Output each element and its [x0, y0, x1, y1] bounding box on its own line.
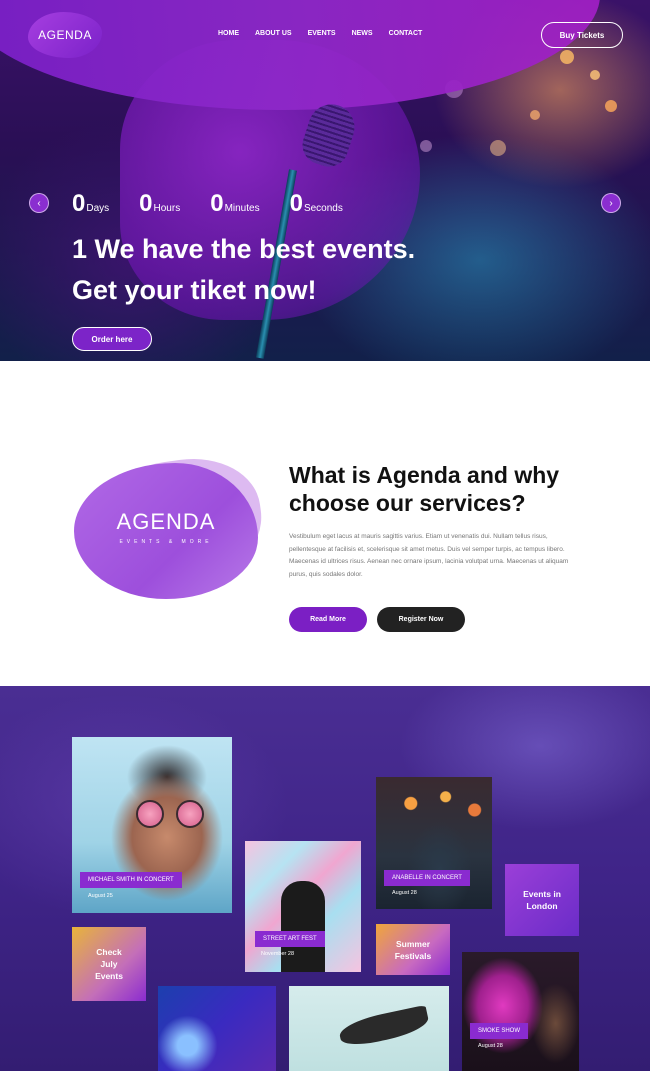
- events-in-london-text: Events in London: [523, 889, 561, 911]
- check-july-events-text: Check July Events: [95, 947, 123, 981]
- event-label: SMOKE SHOW: [470, 1023, 529, 1039]
- about-logo: AGENDA EVENTS & MORE: [74, 463, 258, 599]
- event-tile-blue-lights[interactable]: [158, 986, 276, 1071]
- bokeh-light: [530, 110, 540, 120]
- event-tile-anabelle[interactable]: ANABELLE IN CONCERT August 28: [376, 777, 492, 909]
- sunglasses-image: [176, 800, 204, 828]
- event-label: STREET ART FEST: [255, 931, 325, 947]
- about-logo-title: AGENDA: [116, 509, 216, 534]
- countdown-minutes-value: 0: [210, 190, 224, 217]
- buy-tickets-button[interactable]: Buy Tickets: [541, 22, 623, 48]
- countdown-seconds-value: 0: [289, 190, 303, 217]
- hero-headline-line2: Get your tiket now!: [72, 275, 317, 305]
- event-tile-smoke-show[interactable]: SMOKE SHOW August 28: [462, 952, 579, 1071]
- event-tile-street-art[interactable]: STREET ART FEST November 28: [245, 841, 361, 972]
- logo-text: AGENDA: [38, 28, 92, 42]
- countdown: 0 Days 0 Hours 0 Minutes 0 Seconds: [72, 190, 373, 218]
- prev-slide-arrow-icon[interactable]: ‹: [29, 193, 49, 213]
- event-date: November 28: [261, 951, 295, 957]
- event-date: August 28: [392, 890, 417, 896]
- hero-top-blob: [0, 0, 600, 110]
- hero-headline: 1 We have the best events. Get your tike…: [72, 229, 415, 311]
- countdown-minutes-unit: Minutes: [224, 203, 260, 214]
- main-nav: HOME ABOUT US EVENTS NEWS CONTACT: [218, 30, 438, 37]
- event-tile-crow[interactable]: [289, 986, 449, 1071]
- about-text: Vestibulum eget lacus at mauris sagittis…: [289, 533, 569, 579]
- nav-home[interactable]: HOME: [218, 30, 239, 37]
- countdown-hours-value: 0: [139, 190, 153, 217]
- events-in-london-tile[interactable]: Events in London: [505, 864, 579, 936]
- sunglasses-image: [136, 800, 164, 828]
- bokeh-light: [420, 140, 432, 152]
- hero-headline-line1: 1 We have the best events.: [72, 234, 416, 264]
- event-label: MICHAEL SMITH IN CONCERT: [80, 872, 182, 888]
- bokeh-light: [560, 50, 574, 64]
- event-date: August 25: [88, 893, 113, 899]
- event-date: August 28: [478, 1043, 503, 1049]
- about-logo-subtitle: EVENTS & MORE: [119, 539, 213, 545]
- bokeh-light: [605, 100, 617, 112]
- nav-news[interactable]: NEWS: [352, 30, 373, 37]
- nav-events[interactable]: EVENTS: [308, 30, 336, 37]
- summer-festivals-text: Summer Festivals: [394, 938, 432, 961]
- countdown-days-value: 0: [72, 190, 86, 217]
- about-title: What is Agenda and why choose our servic…: [289, 462, 560, 516]
- nav-about-us[interactable]: ABOUT US: [255, 30, 292, 37]
- next-slide-arrow-icon[interactable]: ›: [601, 193, 621, 213]
- nav-contact[interactable]: CONTACT: [389, 30, 423, 37]
- hero-section: AGENDA HOME ABOUT US EVENTS NEWS CONTACT…: [0, 0, 650, 361]
- bokeh-light: [490, 140, 506, 156]
- countdown-days-unit: Days: [86, 203, 110, 214]
- about-section: AGENDA EVENTS & MORE What is Agenda and …: [0, 361, 650, 686]
- check-july-events-tile[interactable]: Check July Events: [72, 927, 146, 1001]
- countdown-seconds-unit: Seconds: [303, 203, 343, 214]
- bokeh-light: [590, 70, 600, 80]
- person-image: [281, 881, 325, 972]
- countdown-hours-unit: Hours: [153, 203, 181, 214]
- event-tile-michael-smith[interactable]: MICHAEL SMITH IN CONCERT August 25: [72, 737, 232, 913]
- crow-image: [337, 1004, 431, 1050]
- event-label: ANABELLE IN CONCERT: [384, 870, 470, 886]
- logo[interactable]: AGENDA: [28, 12, 102, 58]
- register-now-button[interactable]: Register Now: [377, 607, 465, 632]
- read-more-button[interactable]: Read More: [289, 607, 367, 632]
- events-section: MICHAEL SMITH IN CONCERT August 25 STREE…: [0, 686, 650, 1071]
- order-here-button[interactable]: Order here: [72, 327, 152, 351]
- summer-festivals-tile[interactable]: Summer Festivals: [376, 924, 450, 975]
